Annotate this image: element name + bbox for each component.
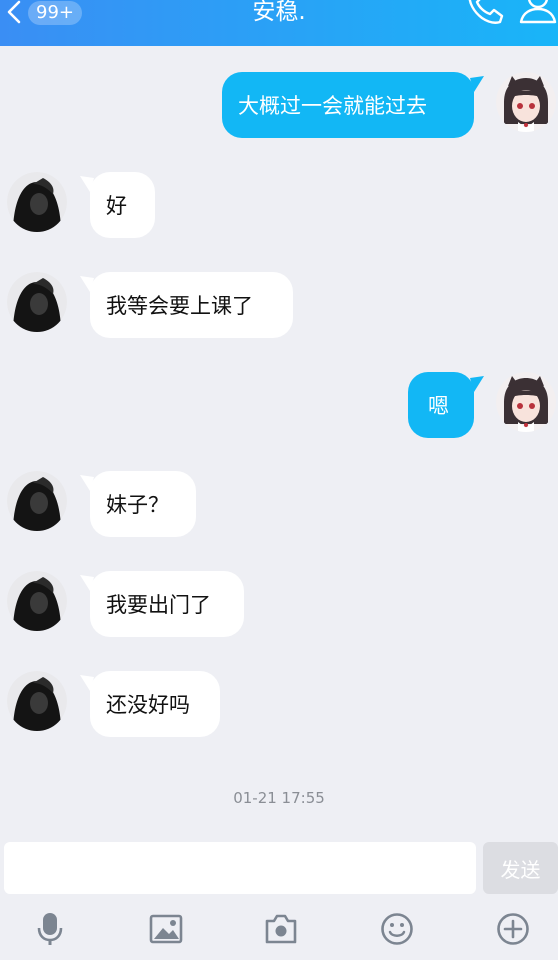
send-button[interactable]: 发送 bbox=[483, 842, 558, 894]
microphone-icon[interactable] bbox=[33, 912, 67, 946]
bubble-tail bbox=[80, 575, 94, 591]
message-text: 还没好吗 bbox=[106, 693, 190, 717]
dark-avatar-image bbox=[7, 671, 67, 731]
message-bubble[interactable]: 大概过一会就能过去 bbox=[222, 72, 484, 138]
dark-avatar-image bbox=[7, 172, 67, 232]
bubble-tail bbox=[470, 76, 484, 92]
contact-avatar[interactable] bbox=[7, 272, 67, 332]
bubble-tail bbox=[80, 475, 94, 491]
anime-avatar-image bbox=[496, 72, 556, 132]
message-bubble[interactable]: 妹子？ bbox=[80, 471, 196, 537]
my-avatar[interactable] bbox=[496, 372, 556, 432]
plus-icon[interactable] bbox=[496, 912, 530, 946]
message-bubble[interactable]: 我等会要上课了 bbox=[80, 272, 293, 338]
contact-avatar[interactable] bbox=[7, 172, 67, 232]
contact-avatar[interactable] bbox=[7, 571, 67, 631]
message-bubble[interactable]: 还没好吗 bbox=[80, 671, 220, 737]
dark-avatar-image bbox=[7, 471, 67, 531]
contact-avatar[interactable] bbox=[7, 471, 67, 531]
chat-header: 99+ 安稳. bbox=[0, 0, 558, 46]
emoji-icon[interactable] bbox=[380, 912, 414, 946]
phone-icon[interactable] bbox=[464, 0, 506, 28]
dark-avatar-image bbox=[7, 571, 67, 631]
dark-avatar-image bbox=[7, 272, 67, 332]
message-text: 大概过一会就能过去 bbox=[238, 94, 427, 118]
image-icon[interactable] bbox=[149, 912, 183, 946]
message-input[interactable] bbox=[4, 842, 476, 894]
message-text: 我要出门了 bbox=[106, 593, 211, 617]
user-profile-icon[interactable] bbox=[518, 0, 558, 28]
bubble-tail bbox=[80, 675, 94, 691]
bubble-tail bbox=[80, 176, 94, 192]
camera-icon[interactable] bbox=[264, 912, 298, 946]
message-bubble[interactable]: 我要出门了 bbox=[80, 571, 244, 637]
message-text: 妹子？ bbox=[106, 493, 169, 517]
contact-avatar[interactable] bbox=[7, 671, 67, 731]
message-timestamp: 01-21 17:55 bbox=[233, 789, 325, 807]
message-text: 嗯 bbox=[428, 394, 449, 418]
bubble-tail bbox=[470, 376, 484, 392]
anime-avatar-image bbox=[496, 372, 556, 432]
message-bubble[interactable]: 好 bbox=[80, 172, 155, 238]
message-bubble[interactable]: 嗯 bbox=[408, 372, 484, 438]
message-text: 我等会要上课了 bbox=[106, 294, 253, 318]
my-avatar[interactable] bbox=[496, 72, 556, 132]
message-text: 好 bbox=[106, 194, 127, 218]
bubble-tail bbox=[80, 276, 94, 292]
